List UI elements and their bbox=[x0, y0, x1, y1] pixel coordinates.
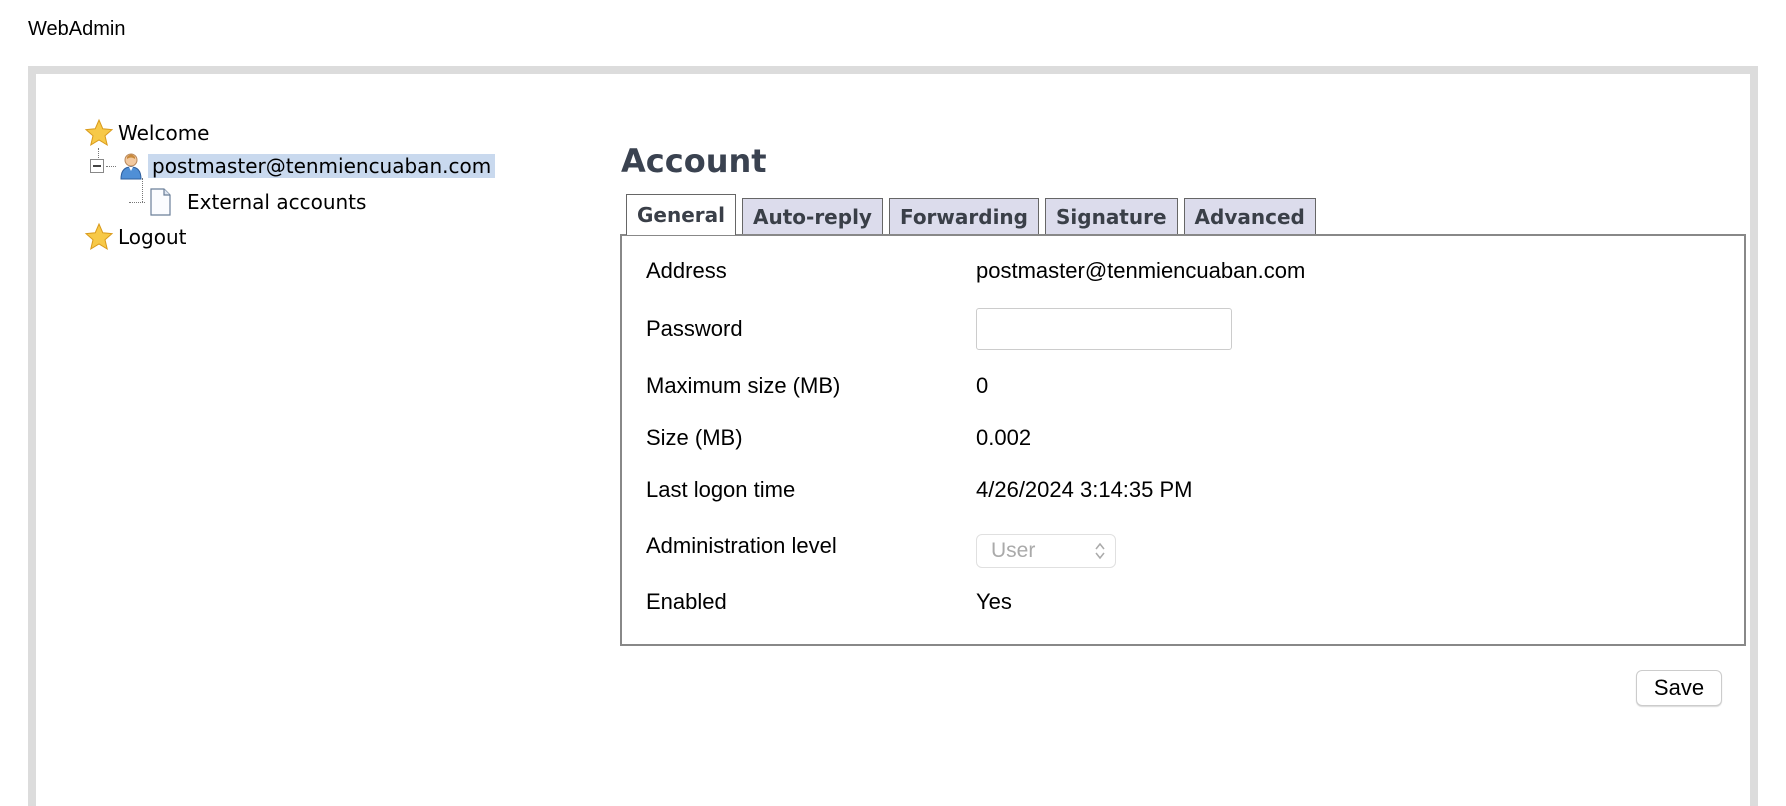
tree-item-label: Logout bbox=[118, 225, 187, 249]
admin-level-label: Administration level bbox=[646, 533, 837, 558]
tab-forwarding[interactable]: Forwarding bbox=[888, 198, 1039, 234]
last-logon-label: Last logon time bbox=[646, 477, 796, 502]
admin-level-selected: User bbox=[991, 539, 1036, 562]
enabled-value: Yes bbox=[976, 589, 1012, 614]
document-icon bbox=[150, 188, 171, 216]
max-size-label: Maximum size (MB) bbox=[646, 373, 841, 398]
tree-item-account[interactable]: postmaster@tenmiencuaban.com bbox=[90, 152, 496, 180]
password-label: Password bbox=[646, 316, 743, 341]
tree-item-label: External accounts bbox=[187, 190, 367, 214]
tree-connector bbox=[106, 165, 116, 167]
tree-item-logout[interactable]: Logout bbox=[84, 222, 186, 252]
page-title: Account bbox=[621, 142, 767, 180]
tree-item-external-accounts[interactable]: External accounts bbox=[129, 188, 366, 216]
tree-item-label: Welcome bbox=[118, 121, 210, 145]
password-field[interactable] bbox=[976, 308, 1232, 350]
star-icon bbox=[84, 222, 114, 251]
tab-signature[interactable]: Signature bbox=[1045, 198, 1178, 234]
enabled-label: Enabled bbox=[646, 589, 727, 614]
user-icon bbox=[120, 153, 142, 180]
save-button[interactable]: Save bbox=[1636, 670, 1722, 706]
tree-item-welcome[interactable]: Welcome bbox=[84, 118, 209, 148]
last-logon-value: 4/26/2024 3:14:35 PM bbox=[976, 477, 1193, 502]
max-size-value: 0 bbox=[976, 373, 989, 398]
admin-level-select[interactable]: User bbox=[976, 534, 1116, 568]
tree-connector bbox=[129, 201, 145, 203]
address-label: Address bbox=[646, 258, 727, 283]
select-arrows-icon bbox=[1095, 542, 1105, 560]
tab-auto-reply[interactable]: Auto-reply bbox=[742, 198, 883, 234]
star-icon bbox=[84, 118, 114, 147]
main-frame: Welcome postmaster@tenmiencuaban.com Ext… bbox=[28, 66, 1758, 806]
general-panel: Address postmaster@tenmiencuaban.com Pas… bbox=[620, 234, 1746, 646]
tab-advanced[interactable]: Advanced bbox=[1183, 198, 1316, 234]
tab-general[interactable]: General bbox=[626, 194, 736, 235]
collapse-icon[interactable] bbox=[90, 159, 104, 173]
address-value: postmaster@tenmiencuaban.com bbox=[976, 258, 1306, 283]
tab-bar: General Auto-reply Forwarding Signature … bbox=[626, 194, 1316, 235]
tree-item-label: postmaster@tenmiencuaban.com bbox=[148, 154, 496, 178]
size-value: 0.002 bbox=[976, 425, 1032, 450]
app-title: WebAdmin bbox=[28, 18, 126, 40]
size-label: Size (MB) bbox=[646, 425, 743, 450]
